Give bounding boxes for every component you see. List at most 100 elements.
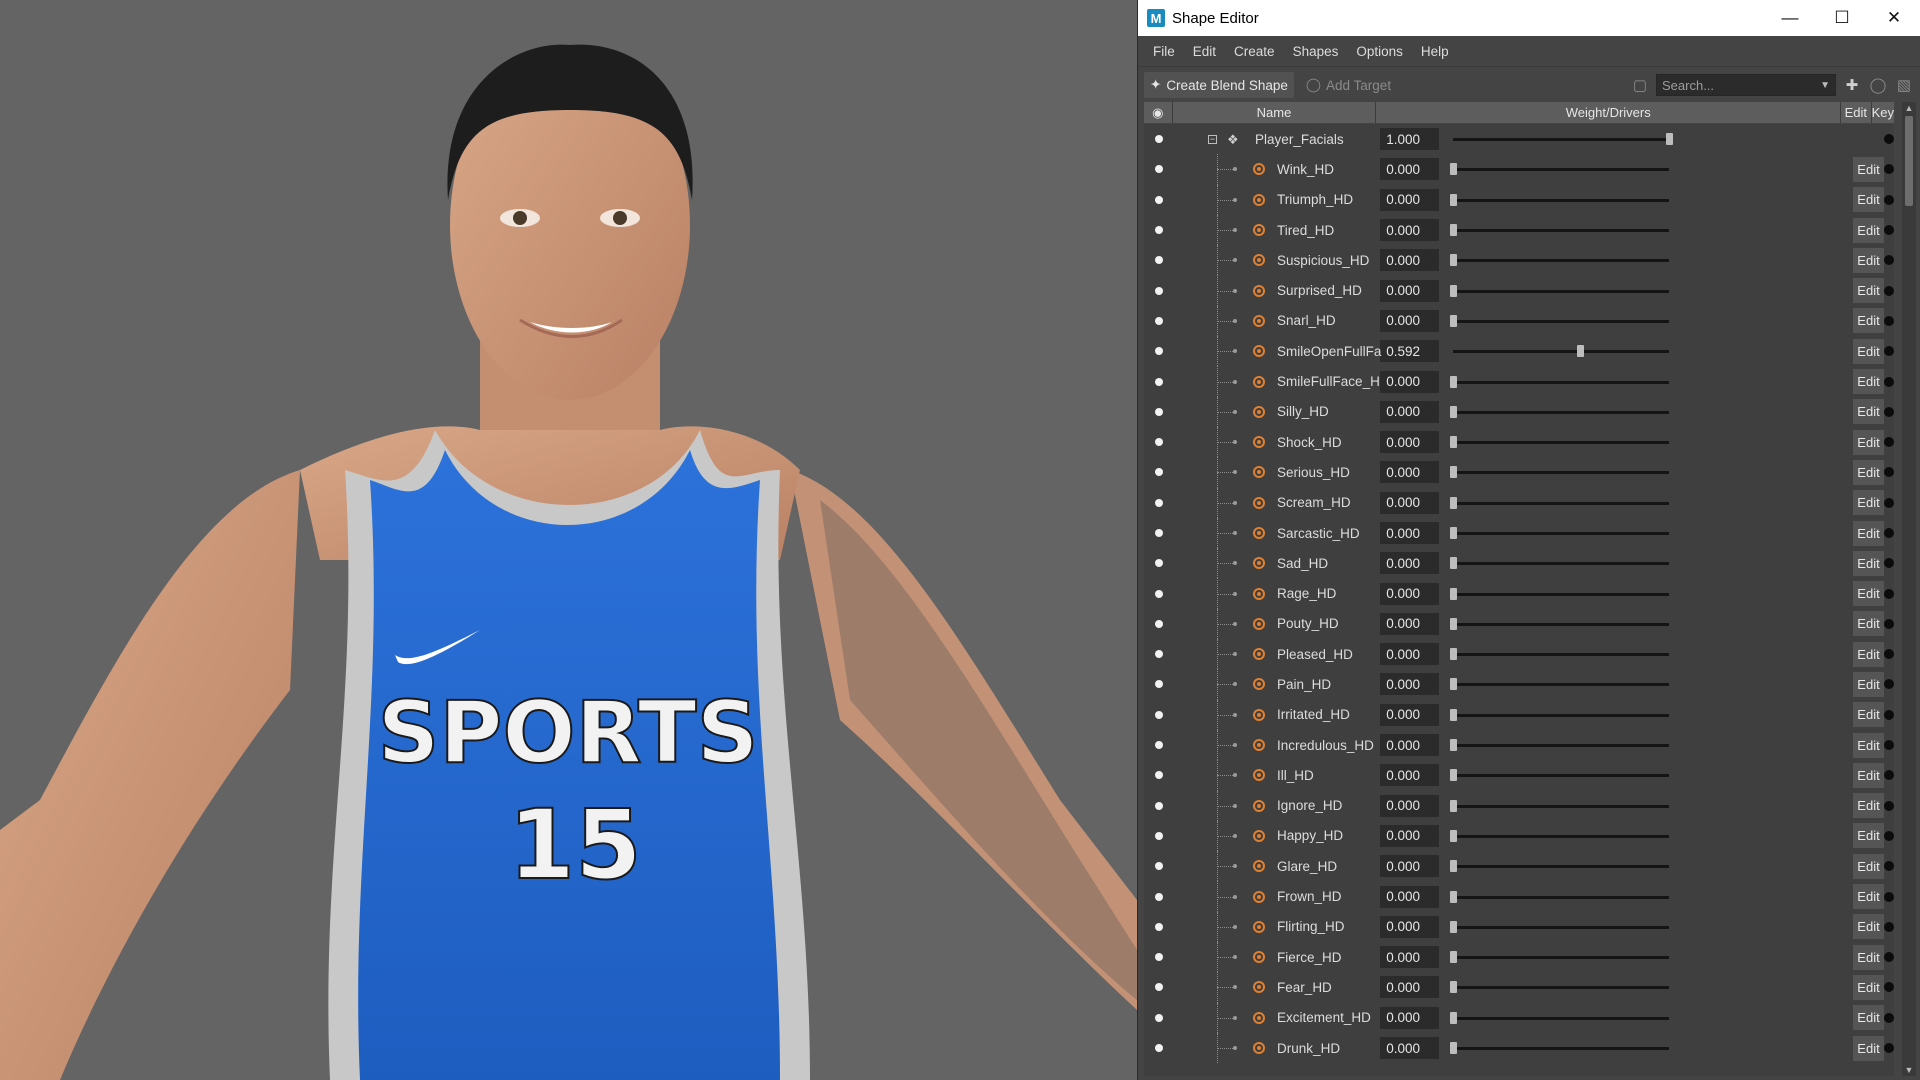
scroll-up-icon[interactable]: ▲ — [1902, 102, 1916, 114]
edit-button[interactable]: Edit — [1853, 338, 1884, 364]
weight-slider[interactable] — [1439, 518, 1853, 548]
target-name[interactable]: Excitement_HD — [1277, 1010, 1385, 1025]
target-name[interactable]: Pleased_HD — [1277, 647, 1385, 662]
target-row[interactable]: Drunk_HD 0.000 Edit — [1144, 1032, 1894, 1064]
target-row[interactable]: Rage_HD 0.000 Edit — [1144, 578, 1894, 609]
key-button[interactable] — [1884, 740, 1894, 751]
target-row[interactable]: Ignore_HD 0.000 Edit — [1144, 790, 1894, 821]
target-name[interactable]: Surprised_HD — [1277, 283, 1385, 298]
key-button[interactable] — [1884, 406, 1894, 417]
weight-slider[interactable] — [1439, 942, 1853, 972]
key-button[interactable] — [1884, 315, 1894, 326]
target-name[interactable]: Pain_HD — [1277, 677, 1385, 692]
slider-handle[interactable] — [1449, 284, 1457, 297]
target-name[interactable]: SmileOpenFullFa — [1277, 344, 1385, 359]
slider-handle[interactable] — [1449, 617, 1457, 630]
slider-handle[interactable] — [1449, 193, 1457, 206]
slider-handle[interactable] — [1449, 860, 1457, 873]
visibility-toggle[interactable] — [1144, 316, 1173, 325]
weight-slider[interactable] — [1439, 306, 1853, 336]
title-bar[interactable]: M Shape Editor — ☐ ✕ — [1138, 0, 1920, 36]
slider-handle[interactable] — [1449, 436, 1457, 449]
close-button[interactable]: ✕ — [1868, 0, 1920, 36]
target-row[interactable]: Fear_HD 0.000 Edit — [1144, 972, 1894, 1003]
slider-handle[interactable] — [1449, 769, 1457, 782]
visibility-toggle[interactable] — [1144, 741, 1173, 750]
edit-button[interactable]: Edit — [1853, 459, 1884, 485]
edit-button[interactable]: Edit — [1853, 429, 1884, 455]
key-button[interactable] — [1884, 1012, 1894, 1023]
target-row[interactable]: Scream_HD 0.000 Edit — [1144, 487, 1894, 518]
edit-button[interactable]: Edit — [1853, 1035, 1884, 1061]
target-row[interactable]: Sad_HD 0.000 Edit — [1144, 548, 1894, 579]
visibility-toggle[interactable] — [1144, 135, 1173, 144]
target-name[interactable]: Fear_HD — [1277, 980, 1385, 995]
target-row[interactable]: Ill_HD 0.000 Edit — [1144, 760, 1894, 791]
target-row[interactable]: Frown_HD 0.000 Edit — [1144, 881, 1894, 912]
weight-field[interactable]: 0.000 — [1380, 703, 1439, 726]
visibility-toggle[interactable] — [1144, 498, 1173, 507]
slider-handle[interactable] — [1449, 224, 1457, 237]
vertical-scrollbar[interactable]: ▲ ▼ — [1902, 102, 1916, 1076]
target-name[interactable]: Incredulous_HD — [1277, 738, 1385, 753]
slider-handle[interactable] — [1449, 708, 1457, 721]
key-button[interactable] — [1884, 346, 1894, 357]
target-row[interactable]: Irritated_HD 0.000 Edit — [1144, 699, 1894, 730]
visibility-toggle[interactable] — [1144, 438, 1173, 447]
edit-button[interactable]: Edit — [1853, 308, 1884, 334]
slider-handle[interactable] — [1449, 981, 1457, 994]
weight-field[interactable]: 0.000 — [1380, 794, 1439, 817]
weight-slider[interactable] — [1439, 881, 1853, 911]
weight-field[interactable]: 1.000 — [1380, 128, 1439, 151]
slider-handle[interactable] — [1665, 133, 1673, 146]
menu-shapes[interactable]: Shapes — [1284, 44, 1348, 59]
edit-button[interactable]: Edit — [1853, 793, 1884, 819]
key-button[interactable] — [1884, 982, 1894, 993]
edit-button[interactable]: Edit — [1853, 369, 1884, 395]
visibility-toggle[interactable] — [1144, 619, 1173, 628]
create-blend-shape-button[interactable]: ✦ Create Blend Shape — [1144, 72, 1294, 98]
weight-slider[interactable] — [1439, 245, 1853, 275]
edit-button[interactable]: Edit — [1853, 702, 1884, 728]
weight-field[interactable]: 0.000 — [1380, 400, 1439, 423]
menu-help[interactable]: Help — [1412, 44, 1458, 59]
weight-field[interactable]: 0.000 — [1380, 643, 1439, 666]
visibility-toggle[interactable] — [1144, 256, 1173, 265]
target-row[interactable]: Tired_HD 0.000 Edit — [1144, 214, 1894, 246]
target-name[interactable]: Tired_HD — [1277, 223, 1385, 238]
eye-icon[interactable]: ◉ — [1144, 102, 1173, 123]
visibility-toggle[interactable] — [1144, 680, 1173, 689]
target-name[interactable]: Glare_HD — [1277, 859, 1385, 874]
edit-button[interactable]: Edit — [1853, 399, 1884, 425]
weight-field[interactable]: 0.000 — [1380, 824, 1439, 847]
target-row[interactable]: Pleased_HD 0.000 Edit — [1144, 639, 1894, 670]
weight-slider[interactable] — [1439, 1003, 1853, 1033]
edit-button[interactable]: Edit — [1853, 762, 1884, 788]
weight-slider[interactable] — [1439, 154, 1853, 184]
edit-button[interactable]: Edit — [1853, 278, 1884, 304]
target-name[interactable]: Frown_HD — [1277, 889, 1385, 904]
key-button[interactable] — [1884, 891, 1894, 902]
key-button[interactable] — [1884, 255, 1894, 266]
key-button[interactable] — [1884, 1043, 1894, 1054]
weight-slider[interactable] — [1439, 609, 1853, 639]
target-name[interactable]: Sad_HD — [1277, 556, 1385, 571]
key-button[interactable] — [1884, 467, 1894, 478]
chevron-down-icon[interactable]: ▼ — [1820, 80, 1830, 91]
menu-file[interactable]: File — [1144, 44, 1184, 59]
weight-slider[interactable] — [1439, 488, 1853, 518]
weight-field[interactable]: 0.000 — [1380, 249, 1439, 272]
target-name[interactable]: Drunk_HD — [1277, 1041, 1385, 1056]
edit-button[interactable]: Edit — [1853, 974, 1884, 1000]
weight-field[interactable]: 0.000 — [1380, 309, 1439, 332]
weight-field[interactable]: 0.000 — [1380, 552, 1439, 575]
visibility-toggle[interactable] — [1144, 165, 1173, 174]
weight-field[interactable]: 0.000 — [1380, 976, 1439, 999]
weight-field[interactable]: 0.000 — [1380, 915, 1439, 938]
key-button[interactable] — [1884, 225, 1894, 236]
refresh-icon[interactable]: ◯ — [1868, 75, 1888, 95]
key-button[interactable] — [1884, 921, 1894, 932]
target-name[interactable]: Silly_HD — [1277, 404, 1385, 419]
target-name[interactable]: Sarcastic_HD — [1277, 526, 1385, 541]
weight-slider[interactable] — [1439, 185, 1853, 215]
